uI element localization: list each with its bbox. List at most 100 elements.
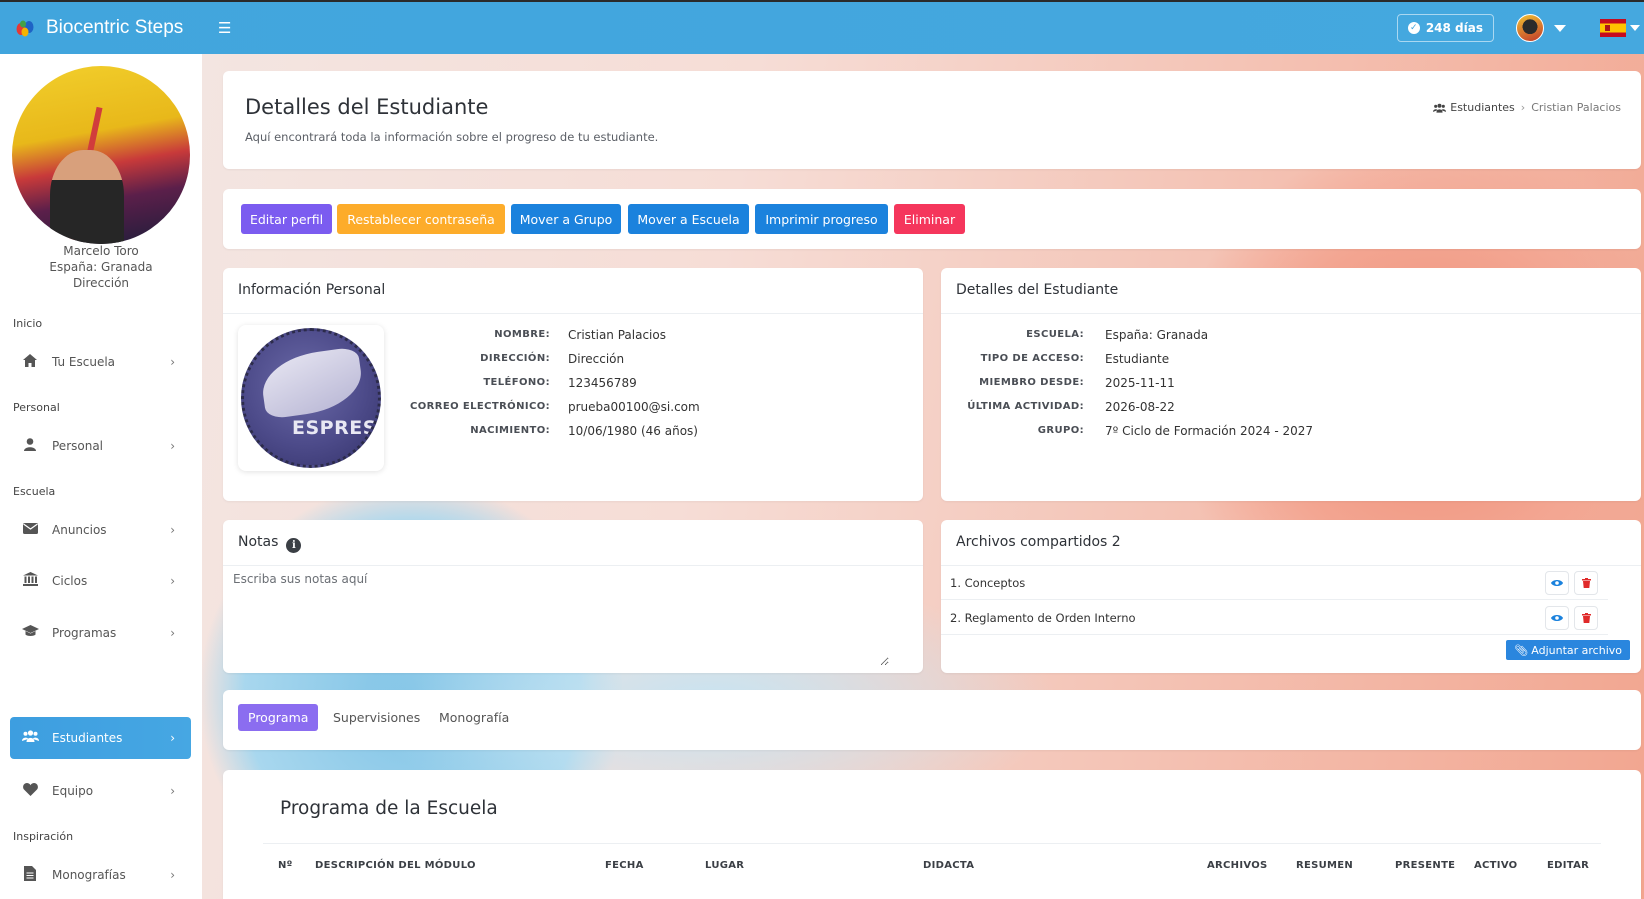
delete-button[interactable]: Eliminar xyxy=(894,204,965,234)
column-header[interactable]: RESUMEN xyxy=(1296,860,1353,871)
field-label: ESCUELA: xyxy=(1026,329,1084,340)
page-header-card: Detalles del Estudiante Aquí encontrará … xyxy=(223,71,1641,169)
edit-profile-button[interactable]: Editar perfil xyxy=(241,204,332,234)
program-title: Programa de la Escuela xyxy=(280,798,498,819)
trash-icon xyxy=(1581,577,1591,588)
view-file-button[interactable] xyxy=(1545,605,1569,630)
sidebar-item-label: Monografías xyxy=(52,868,126,882)
file-row: 2. Reglamento de Orden Interno xyxy=(941,601,1608,635)
column-header[interactable]: EDITAR xyxy=(1547,860,1589,871)
trash-icon xyxy=(1581,612,1591,623)
print-progress-button[interactable]: Imprimir progreso xyxy=(755,204,888,234)
sidebar-item-personal[interactable]: Personal › xyxy=(10,425,191,467)
eye-icon xyxy=(1551,579,1563,586)
column-header[interactable]: LUGAR xyxy=(705,860,744,871)
column-header[interactable]: FECHA xyxy=(605,860,644,871)
breadcrumb-separator: › xyxy=(1520,101,1526,114)
breadcrumb-parent[interactable]: Estudiantes xyxy=(1450,101,1515,114)
field-label: MIEMBRO DESDE: xyxy=(979,377,1084,388)
file-name[interactable]: 2. Reglamento de Orden Interno xyxy=(950,611,1136,625)
menu-toggle-icon[interactable]: ☰ xyxy=(218,19,231,37)
envelope-icon xyxy=(20,522,40,538)
days-badge[interactable]: ✓ 248 días xyxy=(1396,14,1494,42)
sidebar: Marcelo Toro España: Granada Dirección I… xyxy=(0,54,202,899)
tab-supervisiones[interactable]: Supervisiones xyxy=(323,704,430,731)
notes-header: Notas i xyxy=(238,534,302,553)
school-value: España: Granada xyxy=(1105,328,1209,342)
delete-file-button[interactable] xyxy=(1574,570,1598,595)
column-header[interactable]: DIDACTA xyxy=(923,860,974,871)
nav-section-inspiracion: Inspiración xyxy=(13,830,74,843)
move-school-button[interactable]: Mover a Escuela xyxy=(628,204,749,234)
sidebar-item-label: Personal xyxy=(52,439,104,453)
view-file-button[interactable] xyxy=(1545,570,1569,595)
user-menu-caret-icon[interactable] xyxy=(1554,24,1566,32)
field-label: DIRECCIÓN: xyxy=(480,353,550,364)
column-header[interactable]: ARCHIVOS xyxy=(1207,860,1268,871)
user-icon xyxy=(20,437,40,455)
profile-user-name: Marcelo Toro xyxy=(63,244,139,258)
sidebar-item-programas[interactable]: Programas › xyxy=(10,612,191,654)
personal-info-card: Información Personal ESPRESS NOMBRE: Cri… xyxy=(223,268,923,501)
shared-files-card: Archivos compartidos 2 1. Conceptos 2. R… xyxy=(941,520,1641,673)
delete-file-button[interactable] xyxy=(1574,605,1598,630)
sidebar-item-estudiantes[interactable]: Estudiantes › xyxy=(10,717,191,759)
column-header[interactable]: DESCRIPCIÓN DEL MÓDULO xyxy=(315,860,476,871)
info-icon[interactable]: i xyxy=(286,538,302,553)
sidebar-item-equipo[interactable]: Equipo › xyxy=(10,770,191,812)
column-header[interactable]: Nº xyxy=(278,860,293,871)
chevron-right-icon: › xyxy=(170,439,175,453)
avatar-stamp-text: ESPRESS xyxy=(292,417,381,439)
actions-card: Editar perfil Restablecer contraseña Mov… xyxy=(223,189,1641,249)
page-title: Detalles del Estudiante xyxy=(245,95,489,119)
attach-file-button[interactable]: 📎︎ Adjuntar archivo xyxy=(1506,640,1630,660)
users-icon xyxy=(1433,103,1447,113)
sidebar-item-monografias[interactable]: Monografías › xyxy=(10,854,191,896)
column-header[interactable]: PRESENTE xyxy=(1395,860,1455,871)
field-label: ÚLTIMA ACTIVIDAD: xyxy=(967,401,1084,412)
spain-flag-icon[interactable] xyxy=(1600,19,1626,37)
notes-card: Notas i xyxy=(223,520,923,673)
sidebar-item-tu-escuela[interactable]: Tu Escuela › xyxy=(10,341,191,383)
profile-user-school: España: Granada xyxy=(49,260,153,274)
tab-programa[interactable]: Programa xyxy=(238,704,319,731)
file-name[interactable]: 1. Conceptos xyxy=(950,576,1025,590)
sidebar-item-ciclos[interactable]: Ciclos › xyxy=(10,560,191,602)
file-row: 1. Conceptos xyxy=(941,566,1608,600)
column-header[interactable]: ACTIVO xyxy=(1474,860,1518,871)
profile-photo xyxy=(12,66,190,244)
move-group-button[interactable]: Mover a Grupo xyxy=(511,204,621,234)
sidebar-item-anuncios[interactable]: Anuncios › xyxy=(10,509,191,551)
field-label: NACIMIENTO: xyxy=(470,425,550,436)
sidebar-item-label: Programas xyxy=(52,626,117,640)
home-icon xyxy=(20,353,40,371)
brand[interactable]: Biocentric Steps xyxy=(0,2,202,54)
chevron-right-icon: › xyxy=(170,784,175,798)
student-name-value: Cristian Palacios xyxy=(568,328,666,342)
breadcrumb-current: Cristian Palacios xyxy=(1531,101,1621,114)
nav-section-personal: Personal xyxy=(13,401,60,414)
reset-password-button[interactable]: Restablecer contraseña xyxy=(337,204,505,234)
sidebar-item-label: Tu Escuela xyxy=(52,355,116,369)
profile-user-role: Dirección xyxy=(72,276,130,290)
nav-section-inicio: Inicio xyxy=(13,317,43,330)
chevron-right-icon: › xyxy=(170,574,175,588)
student-details-title: Detalles del Estudiante xyxy=(956,282,1119,298)
tab-monografia[interactable]: Monografía xyxy=(429,704,519,731)
notes-textarea[interactable] xyxy=(224,566,889,666)
field-label: CORREO ELECTRÓNICO: xyxy=(410,401,550,412)
access-type-value: Estudiante xyxy=(1105,352,1170,366)
sidebar-item-label: Anuncios xyxy=(52,523,107,537)
chevron-right-icon: › xyxy=(170,523,175,537)
sidebar-item-label: Estudiantes xyxy=(52,731,123,745)
nav-section-escuela: Escuela xyxy=(13,485,56,498)
chevron-right-icon: › xyxy=(170,731,175,745)
field-label: NOMBRE: xyxy=(494,329,550,340)
member-since-value: 2025-11-11 xyxy=(1105,376,1175,390)
user-avatar[interactable] xyxy=(1516,14,1544,42)
eye-icon xyxy=(1551,614,1563,621)
student-address-value: Dirección xyxy=(568,352,625,366)
language-caret-icon[interactable] xyxy=(1630,25,1640,31)
student-details-card: Detalles del Estudiante ESCUELA: España:… xyxy=(941,268,1641,501)
breadcrumb: Estudiantes › Cristian Palacios xyxy=(1433,101,1621,114)
